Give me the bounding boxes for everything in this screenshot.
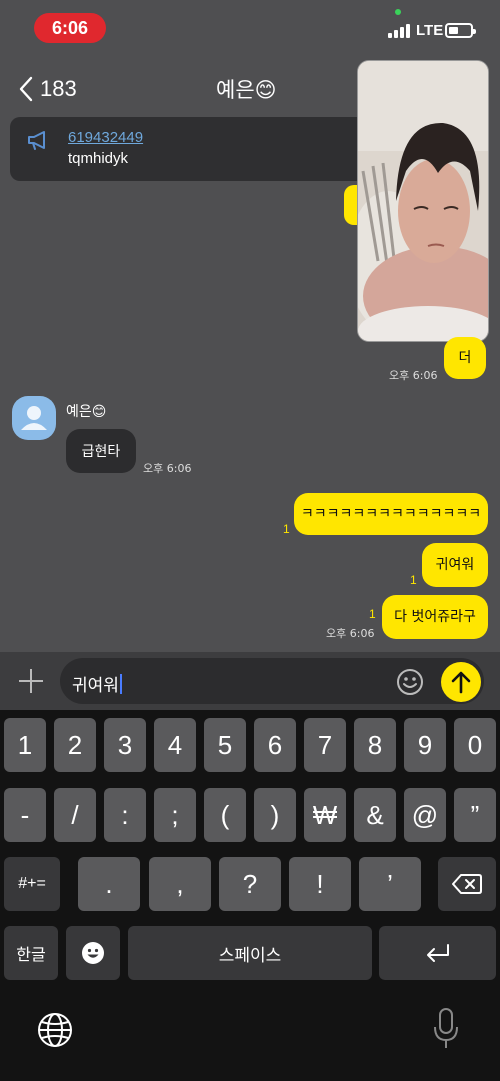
emoji-icon: [82, 942, 104, 964]
key[interactable]: ,: [149, 857, 211, 911]
message-input-value: 귀여워: [72, 676, 119, 696]
sent-message-bubble[interactable]: 귀여워: [422, 543, 488, 587]
text-caret: [119, 674, 122, 694]
arrow-up-icon: [451, 671, 471, 694]
pinned-notice[interactable]: 619432449 tqmhidyk: [10, 117, 390, 181]
key[interactable]: &: [354, 788, 396, 842]
key[interactable]: .: [78, 857, 140, 911]
video-pip-window[interactable]: [357, 60, 489, 342]
key[interactable]: 9: [404, 718, 446, 772]
chevron-left-icon: [19, 76, 33, 102]
send-button[interactable]: [441, 662, 481, 702]
key[interactable]: ’: [359, 857, 421, 911]
network-label: LTE: [416, 22, 444, 39]
backspace-key[interactable]: [438, 857, 496, 911]
language-key[interactable]: 한글: [4, 926, 58, 980]
return-icon: [426, 944, 449, 962]
status-time: 6:06: [34, 13, 106, 43]
chat-room-title[interactable]: 예은😊: [216, 74, 277, 104]
sent-message-bubble[interactable]: 다 벗어쥬라구: [382, 595, 488, 639]
status-bar: 6:06 LTE: [0, 0, 500, 56]
key[interactable]: (: [204, 788, 246, 842]
key[interactable]: ”: [454, 788, 496, 842]
plus-icon[interactable]: [18, 668, 44, 694]
key[interactable]: -: [4, 788, 46, 842]
key[interactable]: @: [404, 788, 446, 842]
video-frame-image: [358, 61, 488, 341]
notice-link[interactable]: 619432449: [68, 129, 143, 146]
unread-count: 1: [369, 607, 376, 621]
unread-count: 1: [283, 522, 290, 536]
key[interactable]: ?: [219, 857, 281, 911]
emoji-icon[interactable]: [396, 668, 424, 696]
avatar[interactable]: [12, 396, 56, 440]
key[interactable]: 3: [104, 718, 146, 772]
space-key[interactable]: 스페이스: [128, 926, 372, 980]
sent-message-bubble[interactable]: 더: [444, 337, 486, 379]
key[interactable]: ): [254, 788, 296, 842]
key[interactable]: 2: [54, 718, 96, 772]
camera-indicator-dot: [395, 9, 401, 15]
key[interactable]: 0: [454, 718, 496, 772]
megaphone-icon: [28, 131, 45, 150]
symbols-toggle-key[interactable]: #+=: [4, 857, 60, 911]
key[interactable]: ;: [154, 788, 196, 842]
globe-icon[interactable]: [36, 1011, 74, 1049]
microphone-icon[interactable]: [433, 1008, 459, 1050]
backspace-icon: [452, 874, 482, 894]
key[interactable]: !: [289, 857, 351, 911]
received-message-bubble[interactable]: 급현타: [66, 429, 136, 473]
message-input-bar: 귀여워: [0, 652, 500, 710]
message-time: 오후 6:06: [143, 462, 192, 475]
sender-name: 예은😊: [66, 404, 107, 420]
key[interactable]: 1: [4, 718, 46, 772]
notice-text: tqmhidyk: [68, 150, 129, 167]
unread-chat-count: 183: [40, 76, 77, 101]
key[interactable]: :: [104, 788, 146, 842]
battery-icon: [445, 23, 476, 38]
sent-message-bubble[interactable]: ㅋㅋㅋㅋㅋㅋㅋㅋㅋㅋㅋㅋㅋㅋ: [294, 493, 488, 535]
return-key[interactable]: [379, 926, 496, 980]
key[interactable]: 4: [154, 718, 196, 772]
signal-icon: [388, 24, 410, 38]
key[interactable]: /: [54, 788, 96, 842]
emoji-key[interactable]: [66, 926, 120, 980]
key[interactable]: 8: [354, 718, 396, 772]
key[interactable]: ₩: [304, 788, 346, 842]
unread-count: 1: [410, 573, 417, 587]
key[interactable]: 5: [204, 718, 246, 772]
message-time: 오후 6:06: [326, 627, 375, 640]
person-icon: [21, 406, 47, 430]
key[interactable]: 7: [304, 718, 346, 772]
message-input[interactable]: 귀여워: [60, 658, 484, 704]
message-time: 오후 6:06: [389, 369, 438, 382]
back-button[interactable]: 183: [18, 74, 77, 104]
key[interactable]: 6: [254, 718, 296, 772]
